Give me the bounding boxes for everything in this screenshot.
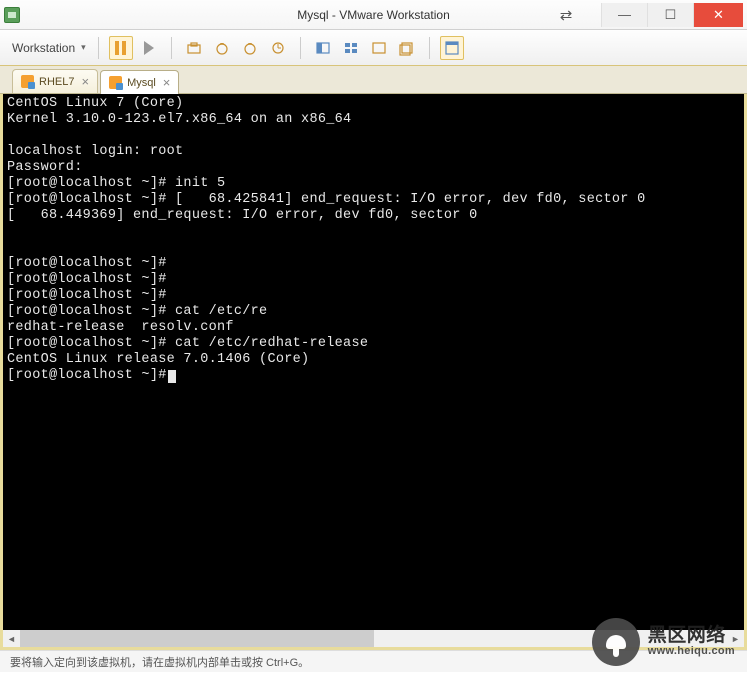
window-titlebar: Mysql - VMware Workstation ⇄ — ☐ ✕ xyxy=(0,0,747,30)
tab-mysql[interactable]: Mysql × xyxy=(100,70,179,94)
scroll-left-button[interactable]: ◄ xyxy=(3,630,20,647)
vm-icon xyxy=(21,75,34,88)
workstation-menu-label: Workstation xyxy=(12,41,75,55)
toolbar-separator xyxy=(300,37,301,59)
workstation-menu[interactable]: Workstation xyxy=(10,37,88,59)
toolbar-separator xyxy=(171,37,172,59)
fullscreen-button[interactable] xyxy=(367,36,391,60)
thumbnail-button[interactable] xyxy=(339,36,363,60)
tab-label: RHEL7 xyxy=(39,76,74,88)
app-icon xyxy=(4,7,20,23)
unity-button[interactable] xyxy=(395,36,419,60)
watermark-line2: www.heiqu.com xyxy=(648,646,735,658)
move-icon[interactable]: ⇄ xyxy=(551,3,581,27)
toolbar-separator xyxy=(98,37,99,59)
vm-icon xyxy=(109,76,122,89)
terminal-container: CentOS Linux 7 (Core) Kernel 3.10.0-123.… xyxy=(0,94,747,650)
scroll-thumb[interactable] xyxy=(20,630,374,647)
pause-button[interactable] xyxy=(109,36,133,60)
snapshot-manager-button[interactable] xyxy=(238,36,262,60)
watermark-line1: 黑区网络 xyxy=(648,626,735,646)
tab-label: Mysql xyxy=(127,77,156,89)
tab-rhel7[interactable]: RHEL7 × xyxy=(12,69,98,93)
snapshot-button[interactable] xyxy=(182,36,206,60)
close-button[interactable]: ✕ xyxy=(693,3,743,27)
view-button[interactable] xyxy=(440,36,464,60)
tab-close-button[interactable]: × xyxy=(81,74,89,89)
window-controls: ⇄ — ☐ ✕ xyxy=(551,3,743,27)
watermark-text: 黑区网络 www.heiqu.com xyxy=(648,626,735,657)
tab-close-button[interactable]: × xyxy=(163,75,171,90)
watermark-logo-icon xyxy=(592,618,640,666)
toolbar-separator xyxy=(429,37,430,59)
revert-snapshot-button[interactable] xyxy=(210,36,234,60)
play-button[interactable] xyxy=(137,36,161,60)
status-message: 要将输入定向到该虚拟机，请在虚拟机内部单击或按 Ctrl+G。 xyxy=(10,654,309,670)
maximize-button[interactable]: ☐ xyxy=(647,3,693,27)
vm-tabbar: RHEL7 × Mysql × xyxy=(0,66,747,94)
manage-button[interactable] xyxy=(266,36,290,60)
show-console-button[interactable] xyxy=(311,36,335,60)
window-title: Mysql - VMware Workstation xyxy=(297,8,449,22)
terminal-cursor xyxy=(168,370,176,383)
watermark: 黑区网络 www.heiqu.com xyxy=(592,618,735,666)
minimize-button[interactable]: — xyxy=(601,3,647,27)
terminal-output[interactable]: CentOS Linux 7 (Core) Kernel 3.10.0-123.… xyxy=(3,94,744,630)
main-toolbar: Workstation xyxy=(0,30,747,66)
